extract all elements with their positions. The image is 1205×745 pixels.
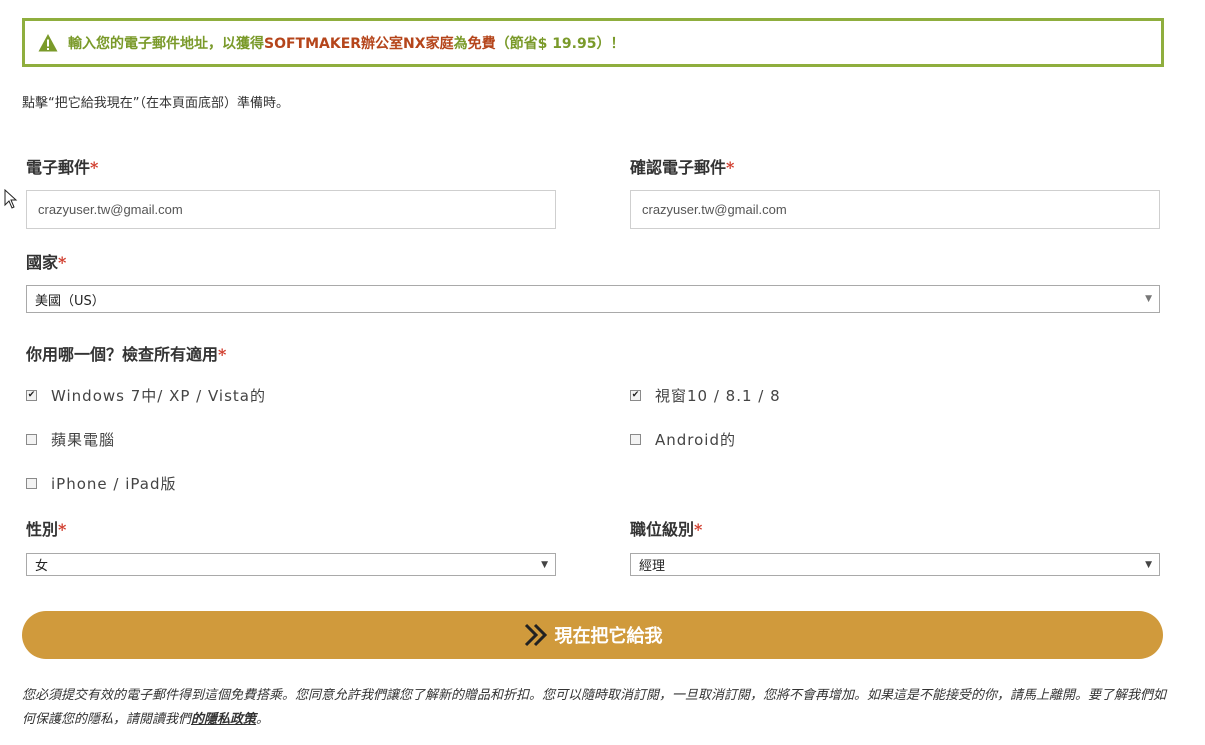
country-label: 國家* [26,253,67,272]
intro-text: 點擊“把它給我現在”（在本頁面底部）準備時。 [22,96,289,111]
checkbox[interactable] [26,434,37,445]
checkbox-label: iPhone / iPad版 [51,475,177,493]
job-level-select[interactable]: 經理 ▼ [630,553,1160,576]
country-value: 美國（US） [35,293,105,309]
privacy-policy-link[interactable]: 的隱私政策 [191,712,256,727]
checkbox-label: Android的 [655,431,736,449]
banner-message: 輸入您的電子郵件地址，以獲得SOFTMAKER辦公室NX家庭為免費（節省$ 19… [68,35,625,52]
country-select[interactable]: 美國（US） ▼ [26,285,1160,313]
chevron-down-icon: ▼ [541,559,548,570]
email-field[interactable] [26,190,556,229]
warning-icon [38,33,58,51]
gender-select[interactable]: 女 ▼ [26,553,556,576]
checkbox-label: Windows 7中/ XP / Vista的 [51,387,266,405]
platforms-label: 你用哪一個？檢查所有適用* [26,345,227,364]
confirm-email-field[interactable] [630,190,1160,229]
mouse-cursor-icon [4,189,18,209]
submit-label: 現在把它給我 [554,626,663,647]
checkbox[interactable] [26,478,37,489]
gender-label: 性別* [26,520,67,539]
checkbox[interactable]: ✔ [26,390,37,401]
checkbox-windows10[interactable]: ✔ 視窗10 / 8.1 / 8 [630,385,781,406]
give-it-to-me-button[interactable]: 現在把它給我 [22,611,1163,659]
promo-banner: 輸入您的電子郵件地址，以獲得SOFTMAKER辦公室NX家庭為免費（節省$ 19… [22,18,1164,67]
disclaimer-text: 您必須提交有效的電子郵件得到這個免費搭乘。您同意允許我們讓您了解新的贈品和折扣。… [22,688,1167,727]
checkbox-android[interactable]: Android的 [630,429,736,450]
checkbox-mac[interactable]: 蘋果電腦 [26,429,115,450]
checkbox-iphone[interactable]: iPhone / iPad版 [26,473,176,494]
job-level-label: 職位級別* [630,520,703,539]
confirm-email-label: 確認電子郵件* [630,158,735,177]
checkbox[interactable] [630,434,641,445]
chevron-down-icon: ▼ [1145,559,1152,570]
gender-value: 女 [35,559,49,574]
checkbox[interactable]: ✔ [630,390,641,401]
double-chevron-right-icon [524,623,547,647]
job-level-value: 經理 [639,559,666,574]
email-label: 電子郵件* [26,158,99,177]
checkbox-label: 視窗10 / 8.1 / 8 [655,387,781,405]
checkbox-windows7[interactable]: ✔ Windows 7中/ XP / Vista的 [26,385,266,406]
chevron-down-icon: ▼ [1145,294,1152,304]
checkbox-label: 蘋果電腦 [51,431,116,449]
